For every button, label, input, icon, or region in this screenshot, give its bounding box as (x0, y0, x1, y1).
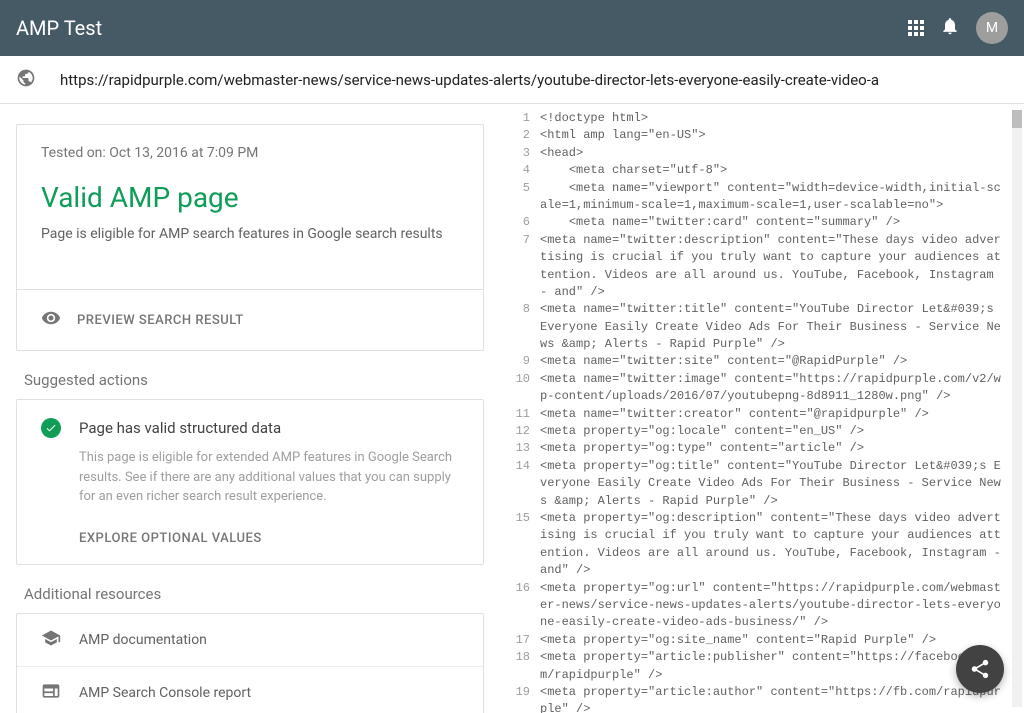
line-number: 2 (500, 127, 540, 144)
resource-list: AMP documentation AMP Search Console rep… (16, 613, 484, 713)
scrollbar-thumb[interactable] (1012, 110, 1022, 128)
code-line: 14<meta property="og:title" content="You… (500, 458, 1024, 510)
line-number: 11 (500, 406, 540, 423)
line-text: <meta property="og:description" content=… (540, 510, 1024, 580)
line-number: 6 (500, 214, 540, 231)
code-line: 18<meta property="article:publisher" con… (500, 649, 1024, 684)
line-text: <meta property="og:type" content="articl… (540, 440, 1024, 457)
suggested-actions-title: Suggested actions (24, 371, 484, 389)
line-text: <meta name="twitter:creator" content="@r… (540, 406, 1024, 423)
line-text: <meta property="og:title" content="YouTu… (540, 458, 1024, 510)
school-icon (41, 628, 61, 652)
code-line: 12<meta property="og:locale" content="en… (500, 423, 1024, 440)
line-number: 13 (500, 440, 540, 457)
line-text: <meta charset="utf-8"> (540, 162, 1024, 179)
code-line: 5 <meta name="viewport" content="width=d… (500, 180, 1024, 215)
results-panel: Tested on: Oct 13, 2016 at 7:09 PM Valid… (0, 104, 500, 713)
resource-label: AMP Search Console report (79, 685, 251, 701)
line-text: <meta name="twitter:card" content="summa… (540, 214, 1024, 231)
line-text: <html amp lang="en-US"> (540, 127, 1024, 144)
notifications-icon[interactable] (940, 16, 960, 40)
line-number: 9 (500, 353, 540, 370)
additional-resources-title: Additional resources (24, 585, 484, 603)
line-text: <meta name="twitter:site" content="@Rapi… (540, 353, 1024, 370)
result-subtitle: Page is eligible for AMP search features… (41, 224, 459, 245)
code-line: 15<meta property="og:description" conten… (500, 510, 1024, 580)
code-line: 4 <meta charset="utf-8"> (500, 162, 1024, 179)
structured-data-card: Page has valid structured data This page… (16, 399, 484, 565)
line-number: 12 (500, 423, 540, 440)
code-line: 3<head> (500, 145, 1024, 162)
result-card: Tested on: Oct 13, 2016 at 7:09 PM Valid… (16, 124, 484, 351)
preview-label: PREVIEW SEARCH RESULT (77, 313, 244, 328)
line-number: 17 (500, 632, 540, 649)
apps-icon[interactable] (908, 20, 924, 36)
action-title: Page has valid structured data (79, 419, 281, 437)
line-number: 1 (500, 110, 540, 127)
line-text: <meta property="og:site_name" content="R… (540, 632, 1024, 649)
app-header: AMP Test M (0, 0, 1024, 56)
line-text: <!doctype html> (540, 110, 1024, 127)
user-avatar[interactable]: M (976, 12, 1008, 44)
line-number: 4 (500, 162, 540, 179)
code-line: 7<meta name="twitter:description" conten… (500, 232, 1024, 302)
line-number: 10 (500, 371, 540, 406)
code-line: 11<meta name="twitter:creator" content="… (500, 406, 1024, 423)
line-number: 14 (500, 458, 540, 510)
app-title: AMP Test (16, 16, 908, 40)
result-title: Valid AMP page (41, 181, 459, 214)
line-number: 18 (500, 649, 540, 684)
code-line: 8<meta name="twitter:title" content="You… (500, 301, 1024, 353)
resource-search-console-report[interactable]: AMP Search Console report (17, 666, 483, 713)
code-line: 16<meta property="og:url" content="https… (500, 580, 1024, 632)
line-number: 19 (500, 684, 540, 713)
line-text: <meta property="article:publisher" conte… (540, 649, 1024, 684)
eye-icon (41, 308, 77, 332)
line-text: <meta property="article:author" content=… (540, 684, 1024, 713)
url-bar: https://rapidpurple.com/webmaster-news/s… (0, 56, 1024, 104)
source-code-view[interactable]: 1<!doctype html>2<html amp lang="en-US">… (500, 104, 1024, 713)
header-actions: M (908, 12, 1008, 44)
explore-optional-values-button[interactable]: EXPLORE OPTIONAL VALUES (79, 531, 459, 546)
tested-timestamp: Tested on: Oct 13, 2016 at 7:09 PM (41, 145, 459, 161)
line-number: 16 (500, 580, 540, 632)
check-icon (41, 418, 61, 438)
line-text: <meta name="twitter:title" content="YouT… (540, 301, 1024, 353)
line-text: <meta name="twitter:description" content… (540, 232, 1024, 302)
web-icon (41, 681, 61, 705)
share-button[interactable] (956, 645, 1004, 693)
line-text: <meta property="og:url" content="https:/… (540, 580, 1024, 632)
tested-url[interactable]: https://rapidpurple.com/webmaster-news/s… (60, 71, 879, 89)
line-text: <meta name="twitter:image" content="http… (540, 371, 1024, 406)
code-line: 1<!doctype html> (500, 110, 1024, 127)
globe-icon (16, 68, 36, 92)
resource-amp-documentation[interactable]: AMP documentation (17, 614, 483, 666)
line-text: <meta name="viewport" content="width=dev… (540, 180, 1024, 215)
line-text: <meta property="og:locale" content="en_U… (540, 423, 1024, 440)
line-number: 7 (500, 232, 540, 302)
resource-label: AMP documentation (79, 632, 207, 648)
code-line: 17<meta property="og:site_name" content=… (500, 632, 1024, 649)
code-line: 6 <meta name="twitter:card" content="sum… (500, 214, 1024, 231)
main-content: Tested on: Oct 13, 2016 at 7:09 PM Valid… (0, 104, 1024, 713)
scrollbar[interactable] (1012, 110, 1022, 707)
code-line: 19<meta property="article:author" conten… (500, 684, 1024, 713)
line-number: 5 (500, 180, 540, 215)
preview-search-result-button[interactable]: PREVIEW SEARCH RESULT (17, 289, 483, 350)
code-line: 2<html amp lang="en-US"> (500, 127, 1024, 144)
line-number: 8 (500, 301, 540, 353)
line-text: <head> (540, 145, 1024, 162)
code-line: 13<meta property="og:type" content="arti… (500, 440, 1024, 457)
line-number: 15 (500, 510, 540, 580)
line-number: 3 (500, 145, 540, 162)
code-line: 9<meta name="twitter:site" content="@Rap… (500, 353, 1024, 370)
code-line: 10<meta name="twitter:image" content="ht… (500, 371, 1024, 406)
source-panel: 1<!doctype html>2<html amp lang="en-US">… (500, 104, 1024, 713)
action-description: This page is eligible for extended AMP f… (79, 448, 459, 507)
